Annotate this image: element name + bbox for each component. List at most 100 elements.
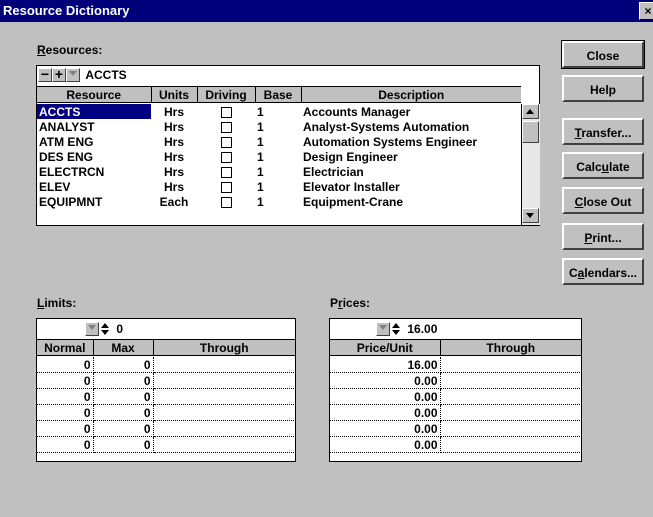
resource-dropdown-button[interactable] <box>66 67 80 82</box>
prices-toolbar: 16.00 <box>376 321 437 337</box>
through-cell[interactable] <box>440 404 582 421</box>
resource-cell[interactable]: ELEV <box>37 179 151 194</box>
limits-spin-icon[interactable] <box>99 322 111 336</box>
through-cell[interactable] <box>153 404 296 421</box>
price-cell[interactable]: 0.00 <box>330 436 441 453</box>
help-button[interactable]: Help <box>562 75 644 102</box>
normal-cell[interactable]: 0 <box>37 436 94 453</box>
window-close-icon[interactable]: × <box>639 2 653 20</box>
max-cell[interactable]: 0 <box>93 357 154 373</box>
through-cell[interactable] <box>440 436 582 453</box>
table-row[interactable]: 0.00 <box>330 404 582 421</box>
normal-cell[interactable]: 0 <box>37 372 94 389</box>
table-row[interactable]: ELEV Hrs 1 Elevator Installer <box>37 179 521 194</box>
through-cell[interactable] <box>440 357 582 373</box>
table-row[interactable]: ANALYST Hrs 1 Analyst-Systems Automation <box>37 119 521 134</box>
price-cell[interactable]: 0.00 <box>330 404 441 421</box>
price-cell[interactable]: 16.00 <box>330 357 441 373</box>
table-row[interactable]: ELECTRCN Hrs 1 Electrician <box>37 164 521 179</box>
column-header-resource[interactable]: Resource <box>37 86 152 103</box>
price-cell[interactable]: 0.00 <box>330 372 441 389</box>
resources-scrollbar[interactable] <box>521 104 540 225</box>
prices-value-field[interactable]: 16.00 <box>407 322 437 336</box>
table-row[interactable]: 00 <box>37 388 296 405</box>
column-header-description[interactable]: Description <box>301 86 521 103</box>
column-header-driving[interactable]: Driving <box>197 86 256 103</box>
current-resource-field[interactable]: ACCTS <box>85 68 126 82</box>
print-button[interactable]: Print... <box>562 223 644 250</box>
scroll-down-button[interactable] <box>522 208 539 223</box>
through-cell[interactable] <box>440 372 582 389</box>
driving-checkbox[interactable] <box>220 151 232 163</box>
through-cell[interactable] <box>440 420 582 437</box>
table-row[interactable]: ATM ENG Hrs 1 Automation Systems Enginee… <box>37 134 521 149</box>
table-row[interactable]: 0.00 <box>330 420 582 437</box>
driving-checkbox-cell[interactable] <box>197 164 255 179</box>
resource-cell[interactable]: ANALYST <box>37 119 151 134</box>
scroll-thumb[interactable] <box>522 121 539 143</box>
prices-spin-icon[interactable] <box>390 322 402 336</box>
driving-checkbox[interactable] <box>220 196 232 208</box>
through-cell[interactable] <box>153 420 296 437</box>
max-cell[interactable]: 0 <box>93 372 154 389</box>
driving-checkbox[interactable] <box>220 181 232 193</box>
driving-checkbox-cell[interactable] <box>197 149 255 164</box>
column-header-units[interactable]: Units <box>151 86 198 103</box>
resource-cell[interactable]: EQUIPMNT <box>37 194 151 209</box>
table-row[interactable]: 0.00 <box>330 388 582 405</box>
resource-cell[interactable]: ACCTS <box>37 104 151 119</box>
column-header-base[interactable]: Base <box>255 86 302 103</box>
table-row[interactable]: 00 <box>37 357 296 373</box>
max-cell[interactable]: 0 <box>93 436 154 453</box>
through-cell[interactable] <box>153 357 296 373</box>
remove-resource-button[interactable]: − <box>38 67 52 82</box>
table-row[interactable]: 00 <box>37 420 296 437</box>
max-cell[interactable]: 0 <box>93 388 154 405</box>
normal-cell[interactable]: 0 <box>37 357 94 373</box>
table-row[interactable]: ACCTS Hrs 1 Accounts Manager <box>37 104 521 119</box>
resource-cell[interactable]: ELECTRCN <box>37 164 151 179</box>
calculate-button[interactable]: Calculate <box>562 152 644 179</box>
driving-checkbox[interactable] <box>220 136 232 148</box>
max-cell[interactable]: 0 <box>93 420 154 437</box>
driving-checkbox[interactable] <box>220 121 232 133</box>
driving-checkbox-cell[interactable] <box>197 194 255 209</box>
normal-cell[interactable]: 0 <box>37 420 94 437</box>
scroll-up-button[interactable] <box>522 104 539 119</box>
limits-dropdown-button[interactable] <box>85 321 99 336</box>
table-row[interactable]: 16.00 <box>330 357 582 373</box>
description-cell: Design Engineer <box>303 149 398 164</box>
driving-checkbox[interactable] <box>220 166 232 178</box>
resource-cell[interactable]: ATM ENG <box>37 134 151 149</box>
normal-cell[interactable]: 0 <box>37 404 94 421</box>
close-button[interactable]: Close <box>561 40 645 69</box>
table-row[interactable]: 00 <box>37 372 296 389</box>
price-cell[interactable]: 0.00 <box>330 420 441 437</box>
table-row[interactable]: EQUIPMNT Each 1 Equipment-Crane <box>37 194 521 209</box>
through-cell[interactable] <box>153 436 296 453</box>
table-row[interactable]: 00 <box>37 404 296 421</box>
table-row[interactable]: 0.00 <box>330 372 582 389</box>
price-cell[interactable]: 0.00 <box>330 388 441 405</box>
transfer-button[interactable]: Transfer... <box>562 118 644 145</box>
through-cell[interactable] <box>440 388 582 405</box>
through-cell[interactable] <box>153 372 296 389</box>
max-cell[interactable]: 0 <box>93 404 154 421</box>
driving-checkbox-cell[interactable] <box>197 134 255 149</box>
normal-cell[interactable]: 0 <box>37 388 94 405</box>
table-row[interactable]: 0.00 <box>330 436 582 453</box>
resource-cell[interactable]: DES ENG <box>37 149 151 164</box>
driving-checkbox-cell[interactable] <box>197 104 255 119</box>
close-out-button[interactable]: Close Out <box>562 187 644 214</box>
driving-checkbox-cell[interactable] <box>197 179 255 194</box>
table-row[interactable]: DES ENG Hrs 1 Design Engineer <box>37 149 521 164</box>
table-row[interactable]: 00 <box>37 436 296 453</box>
driving-checkbox-cell[interactable] <box>197 119 255 134</box>
base-cell: 1 <box>257 164 264 179</box>
prices-dropdown-button[interactable] <box>376 321 390 336</box>
add-resource-button[interactable]: + <box>52 67 66 82</box>
limits-value-field[interactable]: 0 <box>116 322 123 336</box>
through-cell[interactable] <box>153 388 296 405</box>
driving-checkbox[interactable] <box>220 106 232 118</box>
calendars-button[interactable]: Calendars... <box>562 258 644 285</box>
